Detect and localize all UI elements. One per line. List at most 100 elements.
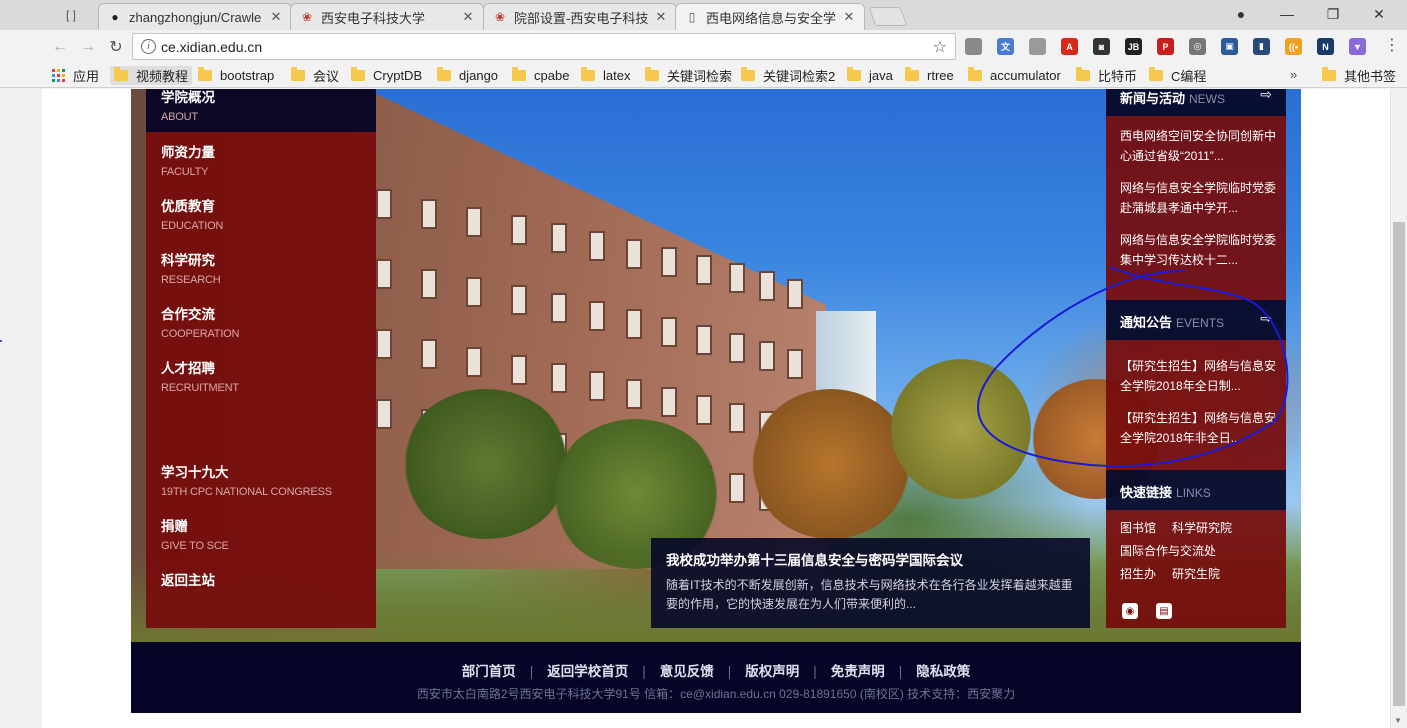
folder-icon xyxy=(645,67,659,81)
scrollbar-thumb[interactable] xyxy=(1393,222,1405,706)
chart-ext-icon[interactable]: ▮ xyxy=(1253,38,1270,55)
image-ext-icon[interactable] xyxy=(1029,38,1046,55)
quick-link[interactable]: 国际合作与交流处 xyxy=(1120,544,1216,558)
bookmark-item[interactable]: CryptDB xyxy=(351,66,422,85)
info-icon[interactable]: i xyxy=(141,39,156,54)
nav-item-research[interactable]: 科学研究 RESEARCH xyxy=(161,249,221,286)
bookmark-apps[interactable]: 应用 xyxy=(52,66,99,85)
building-window xyxy=(421,199,437,229)
footer-link[interactable]: 意见反馈 xyxy=(660,664,714,679)
shield-ext-icon[interactable] xyxy=(965,38,982,55)
globe-ext-icon[interactable]: ◎ xyxy=(1189,38,1206,55)
footer-link[interactable]: 部门首页 xyxy=(462,664,516,679)
forward-button[interactable]: → xyxy=(76,35,100,59)
maximize-button[interactable]: ❐ xyxy=(1310,0,1356,28)
folder-icon xyxy=(291,67,305,81)
reload-button[interactable]: ↻ xyxy=(104,35,128,59)
quick-link[interactable]: 研究生院 xyxy=(1172,567,1220,581)
bookmark-item[interactable]: 比特币 xyxy=(1076,66,1137,85)
browser-tab[interactable]: ● zhangzhongjun/Crawle ✕ xyxy=(98,3,292,30)
profile-icon[interactable]: ● xyxy=(1218,0,1264,28)
footer-link[interactable]: 免责声明 xyxy=(831,664,885,679)
footer-link[interactable]: 版权声明 xyxy=(745,664,799,679)
news-item[interactable]: 网络与信息安全学院临时党委集中学习传达校十二... xyxy=(1120,230,1280,270)
left-navigation: 学院概况 ABOUT 师资力量 FACULTY 优质教育 EDUCATION 科学研究 R… xyxy=(146,89,376,628)
bookmark-item[interactable]: cpabe xyxy=(512,66,569,85)
browser-tab[interactable]: ▯ 西电网络信息与安全学院 ✕ xyxy=(675,3,865,30)
footer-link[interactable]: 隐私政策 xyxy=(916,664,970,679)
jb-ext-icon[interactable]: JB xyxy=(1125,38,1142,55)
featured-news-caption[interactable]: 我校成功举办第十三届信息安全与密码学国际会议 随着IT技术的不断发展创新，信息技… xyxy=(651,538,1090,628)
nav-item-faculty[interactable]: 师资力量 FACULTY xyxy=(161,141,215,178)
bookmark-item[interactable]: 会议 xyxy=(291,66,339,85)
bookmark-item[interactable]: accumulator xyxy=(968,66,1061,85)
news-item[interactable]: 西电网络空间安全协同创新中心通过省级“2011”... xyxy=(1120,126,1280,166)
bookmark-item[interactable]: 关键词检索 xyxy=(645,66,732,85)
footer-link[interactable]: 返回学校首页 xyxy=(547,664,628,679)
news-item[interactable]: 网络与信息安全学院临时党委赴蒲城县孝通中学开... xyxy=(1120,178,1280,218)
new-tab-button[interactable] xyxy=(868,7,908,26)
bookmark-label: cpabe xyxy=(534,68,570,83)
nav-item-give[interactable]: 捐赠 GIVE TO SCE xyxy=(161,515,229,552)
building-window xyxy=(661,387,677,417)
nav-item-education[interactable]: 优质教育 EDUCATION xyxy=(161,195,223,232)
bookmark-item[interactable]: C编程 xyxy=(1149,66,1206,85)
glasses-ext-icon[interactable]: ◙ xyxy=(1093,38,1110,55)
nav-item-recruitment[interactable]: 人才招聘 RECRUITMENT xyxy=(161,357,239,394)
n-ext-icon[interactable]: N xyxy=(1317,38,1334,55)
browser-tab[interactable]: ❀ 院部设置-西安电子科技大 ✕ xyxy=(483,3,677,30)
bookmark-other[interactable]: 其他书签 xyxy=(1322,66,1396,85)
events-more-arrow-icon[interactable]: ⇨ xyxy=(1260,310,1272,327)
events-header[interactable]: 通知公告 EVENTS ⇨ xyxy=(1106,300,1286,340)
bookmarks-more-button[interactable]: » xyxy=(1290,67,1297,82)
links-title: 快速链接 LINKS xyxy=(1120,485,1211,500)
bookmark-star-icon[interactable]: ☆ xyxy=(933,37,947,57)
browser-tab[interactable]: ❀ 西安电子科技大学 ✕ xyxy=(290,3,484,30)
wechat-icon[interactable]: ◉ xyxy=(1122,603,1138,619)
bookmark-item[interactable]: bootstrap xyxy=(198,66,274,85)
close-tab-icon[interactable]: ✕ xyxy=(842,9,856,25)
quick-links-row: 图书馆 科学研究院 xyxy=(1120,519,1248,536)
featured-news-title[interactable]: 我校成功举办第十三届信息安全与密码学国际会议 xyxy=(666,549,963,569)
close-window-button[interactable]: ✕ xyxy=(1356,0,1402,28)
vue-ext-icon[interactable]: ▼ xyxy=(1349,38,1366,55)
pdf-ext-icon[interactable]: A xyxy=(1061,38,1078,55)
nav-item-home[interactable]: 返回主站 xyxy=(161,569,215,589)
bookmark-item[interactable]: django xyxy=(437,66,498,85)
nav-item-about[interactable]: 学院概况 ABOUT xyxy=(146,89,376,132)
pdf2-ext-icon[interactable]: P xyxy=(1157,38,1174,55)
bookmark-item[interactable]: java xyxy=(847,66,893,85)
camera-ext-icon[interactable]: ▣ xyxy=(1221,38,1238,55)
close-tab-icon[interactable]: ✕ xyxy=(269,9,283,25)
news-more-arrow-icon[interactable]: ⇨ xyxy=(1260,89,1272,103)
quick-link[interactable]: 招生办 xyxy=(1120,567,1156,581)
url-text[interactable]: ce.xidian.edu.cn xyxy=(161,39,262,55)
event-item[interactable]: 【研究生招生】网络与信息安全学院2018年全日制... xyxy=(1120,356,1280,396)
close-tab-icon[interactable]: ✕ xyxy=(654,9,668,25)
scroll-down-arrow-icon[interactable]: ▼ xyxy=(1394,716,1402,725)
rss-ext-icon[interactable]: ((• xyxy=(1285,38,1302,55)
event-item[interactable]: 【研究生招生】网络与信息安全学院2018年非全日... xyxy=(1120,408,1280,448)
bookmark-item[interactable]: latex xyxy=(581,66,630,85)
nav-item-congress[interactable]: 学习十九大 19TH CPC NATIONAL CONGRESS xyxy=(161,461,332,498)
footer-separator: | xyxy=(813,664,817,679)
quick-link[interactable]: 图书馆 xyxy=(1120,521,1156,535)
bookmark-item[interactable]: rtree xyxy=(905,66,954,85)
xidian-logo-icon: ❀ xyxy=(301,10,313,24)
back-button[interactable]: ← xyxy=(48,35,72,59)
bookmark-label: java xyxy=(869,68,893,83)
folder-icon xyxy=(512,67,526,81)
bookmark-item[interactable]: 关键词检索2 xyxy=(741,66,835,85)
chrome-menu-icon[interactable]: ⋮ xyxy=(1384,35,1400,57)
address-bar[interactable]: i ce.xidian.edu.cn ☆ xyxy=(132,33,956,60)
quick-link[interactable]: 科学研究院 xyxy=(1172,521,1232,535)
translate-ext-icon[interactable]: 文 xyxy=(997,38,1014,55)
mailbox-icon[interactable]: ▤ xyxy=(1156,603,1172,619)
vertical-scrollbar[interactable]: ▼ xyxy=(1390,89,1407,728)
nav-item-cooperation[interactable]: 合作交流 COOPERATION xyxy=(161,303,239,340)
news-header[interactable]: 新闻与活动 NEWS ⇨ xyxy=(1106,89,1286,116)
minimize-button[interactable]: — xyxy=(1264,0,1310,28)
bookmark-item[interactable]: 视频教程 xyxy=(110,66,193,85)
close-tab-icon[interactable]: ✕ xyxy=(461,9,475,25)
tab-search-icon[interactable]: [ ] xyxy=(58,4,84,26)
